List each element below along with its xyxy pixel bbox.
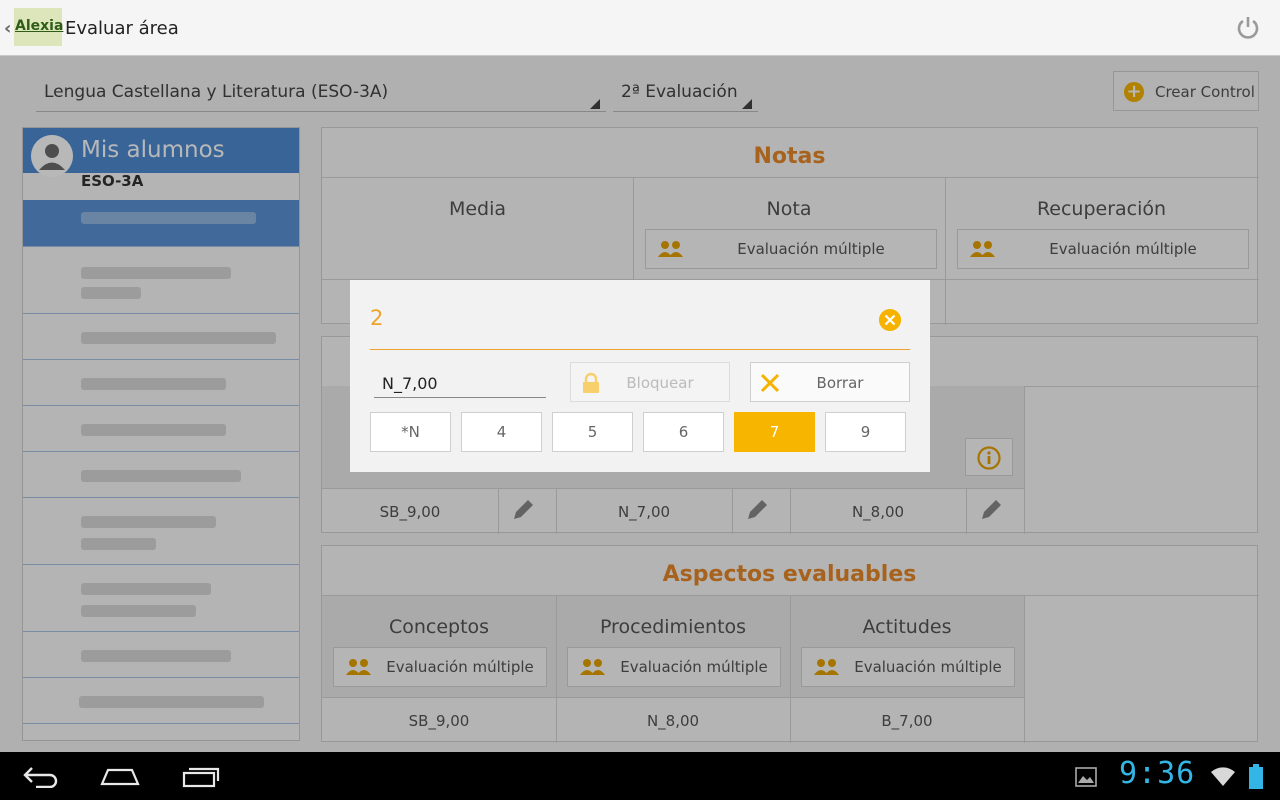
- wifi-icon: [1211, 767, 1235, 786]
- grade-option-7[interactable]: 7: [734, 412, 815, 452]
- action-bar: ‹ Alexia Evaluar área: [0, 0, 1280, 56]
- grade-option-9[interactable]: 9: [825, 412, 906, 452]
- battery-icon: [1249, 764, 1263, 789]
- grade-option-n[interactable]: *N: [370, 412, 451, 452]
- recent-apps-icon[interactable]: [182, 764, 220, 788]
- app-logo[interactable]: ‹ Alexia: [4, 8, 63, 48]
- back-chevron-icon: ‹: [4, 18, 12, 39]
- grade-option-6[interactable]: 6: [643, 412, 724, 452]
- back-icon[interactable]: [22, 764, 60, 788]
- home-icon[interactable]: [100, 764, 140, 788]
- gallery-notification-icon: [1075, 767, 1097, 787]
- lock-button[interactable]: Bloquear: [570, 362, 730, 402]
- system-navigation-bar: [0, 752, 1280, 800]
- page-title: Evaluar área: [65, 18, 179, 39]
- grade-option-4[interactable]: 4: [461, 412, 542, 452]
- clear-button[interactable]: Borrar: [750, 362, 910, 402]
- status-clock: 9:36: [1119, 756, 1196, 791]
- grade-dialog: 2 Bloquear Borrar *N 4 5 6 7 9: [350, 280, 930, 472]
- dialog-divider: [370, 349, 910, 350]
- dialog-title: 2: [370, 306, 384, 330]
- power-icon[interactable]: [1234, 14, 1262, 42]
- close-icon[interactable]: [879, 309, 901, 331]
- grade-input[interactable]: [374, 370, 546, 398]
- grade-option-5[interactable]: 5: [552, 412, 633, 452]
